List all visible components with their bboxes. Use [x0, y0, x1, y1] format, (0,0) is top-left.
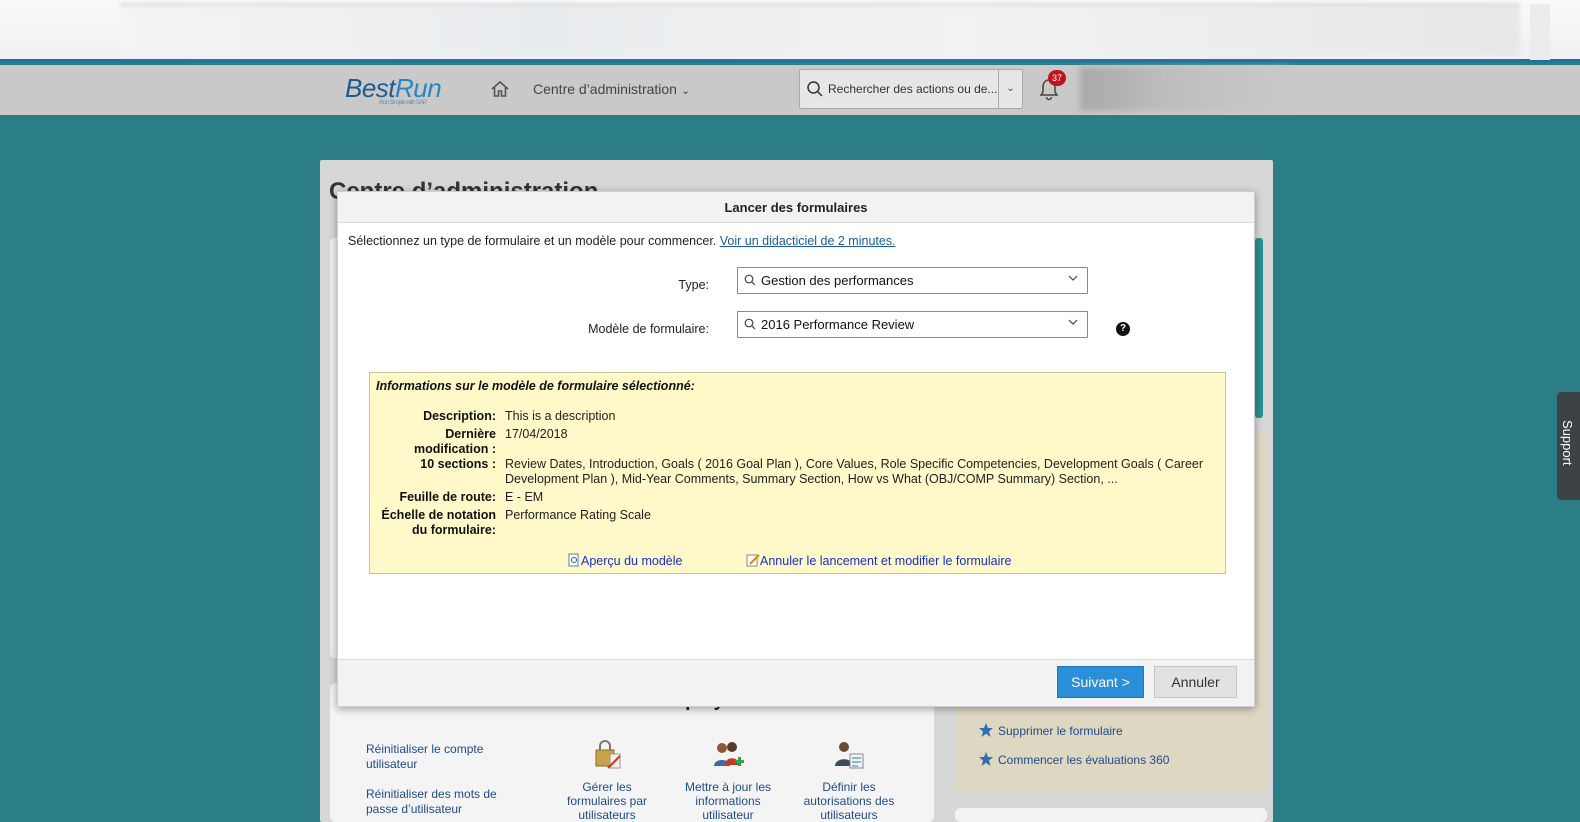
chevron-down-icon[interactable]: [1067, 272, 1079, 284]
template-label: Modèle de formulaire:: [588, 322, 709, 336]
next-button[interactable]: Suivant >: [1057, 666, 1144, 698]
user-profile-blurred[interactable]: [1080, 67, 1290, 111]
info-value: E - EM: [505, 490, 544, 504]
admin-center-menu[interactable]: Centre d’administration ⌄: [533, 81, 690, 97]
type-value: Gestion des performances: [761, 273, 914, 288]
search-icon: [807, 81, 823, 97]
star-icon: [979, 752, 993, 766]
chevron-down-icon[interactable]: [1067, 316, 1079, 328]
reset-user-account-link[interactable]: Réinitialiser le compte utilisateur: [366, 742, 516, 772]
template-combobox[interactable]: 2016 Performance Review: [737, 311, 1088, 338]
global-search[interactable]: Rechercher des actions ou de... ⌄: [799, 69, 1023, 109]
info-title: Informations sur le modèle de formulaire…: [376, 379, 695, 393]
info-value: This is a description: [505, 409, 616, 423]
chevron-down-icon: ⌄: [680, 85, 691, 97]
update-user-info-tile[interactable]: Mettre à jour les informations utilisate…: [678, 738, 778, 822]
info-key: Feuille de route:: [399, 490, 496, 504]
intro-text: Sélectionnez un type de formulaire et un…: [348, 234, 717, 248]
logo-text-main: Best: [345, 73, 396, 103]
type-label: Type:: [678, 278, 709, 292]
cancel-and-edit-form-label: Annuler le lancement et modifier le form…: [760, 554, 1012, 568]
template-info-box: Informations sur le modèle de formulaire…: [369, 372, 1226, 574]
info-key: Dernière modification :: [414, 427, 496, 456]
document-preview-icon: [568, 553, 579, 567]
lock-document-icon: [595, 740, 621, 769]
type-combobox[interactable]: Gestion des performances: [737, 267, 1088, 294]
preview-template-link[interactable]: Aperçu du modèle: [567, 553, 682, 568]
manage-forms-by-user-tile[interactable]: Gérer les formulaires par utilisateurs: [557, 738, 657, 822]
manage-forms-by-user-label: Gérer les formulaires par utilisateurs: [566, 780, 648, 822]
add-users-icon: [714, 742, 744, 766]
star-icon: [979, 723, 993, 737]
reset-user-passwords-link[interactable]: Réinitialiser des mots de passe d’utilis…: [366, 787, 516, 817]
delete-form-link[interactable]: Supprimer le formulaire: [978, 722, 1123, 738]
delete-form-label: Supprimer le formulaire: [998, 724, 1123, 738]
support-tab[interactable]: Support: [1557, 392, 1580, 500]
search-dropdown-toggle[interactable]: ⌄: [998, 70, 1022, 108]
cancel-button[interactable]: Annuler: [1154, 666, 1237, 698]
browser-tabs-blurred: [120, 4, 1520, 56]
cancel-and-edit-form-link[interactable]: Annuler le lancement et modifier le form…: [746, 553, 1012, 568]
info-value: Review Dates, Introduction, Goals ( 2016…: [505, 457, 1204, 486]
browser-edge: [1530, 4, 1550, 60]
background-card-bottom: [955, 808, 1267, 822]
app-header: BestRun Run Simple with SAP Centre d’adm…: [0, 65, 1580, 115]
define-user-permissions-label: Définir les autorisations des utilisateu…: [803, 780, 895, 822]
info-value: Performance Rating Scale: [505, 508, 651, 522]
info-key: 10 sections :: [420, 457, 496, 471]
bestrun-logo[interactable]: BestRun Run Simple with SAP: [345, 73, 442, 106]
start-360-reviews-link[interactable]: Commencer les évaluations 360: [978, 751, 1169, 767]
logo-text-accent: Run: [395, 73, 442, 103]
home-icon[interactable]: [490, 79, 510, 99]
notification-badge: 37: [1048, 70, 1066, 86]
browser-toolbar: [0, 0, 1580, 62]
preview-template-label: Aperçu du modèle: [581, 554, 683, 568]
define-user-permissions-tile[interactable]: Définir les autorisations des utilisateu…: [799, 738, 899, 822]
info-key: Échelle de notation du formulaire:: [381, 508, 496, 537]
background-teal-strip: [1255, 238, 1263, 418]
info-key: Description:: [423, 409, 496, 423]
template-value: 2016 Performance Review: [761, 317, 915, 332]
user-permissions-icon: [835, 742, 864, 769]
search-icon: [744, 318, 756, 330]
search-icon: [744, 274, 756, 286]
dialog-intro: Sélectionnez un type de formulaire et un…: [348, 234, 896, 248]
launch-forms-dialog: Lancer des formulaires Sélectionnez un t…: [337, 191, 1255, 707]
update-user-info-label: Mettre à jour les informations utilisate…: [684, 780, 772, 822]
start-360-reviews-label: Commencer les évaluations 360: [998, 753, 1170, 767]
dialog-title: Lancer des formulaires: [338, 192, 1254, 223]
help-icon[interactable]: ?: [1116, 322, 1130, 336]
support-tab-label: Support: [1560, 420, 1575, 466]
info-value: 17/04/2018: [505, 427, 568, 441]
dialog-footer: Suivant > Annuler: [338, 659, 1254, 706]
search-placeholder: Rechercher des actions ou de...: [828, 82, 998, 96]
admin-center-menu-label: Centre d’administration: [533, 81, 677, 97]
tutorial-link[interactable]: Voir un didacticiel de 2 minutes.: [720, 234, 896, 248]
edit-form-icon: [746, 554, 760, 567]
